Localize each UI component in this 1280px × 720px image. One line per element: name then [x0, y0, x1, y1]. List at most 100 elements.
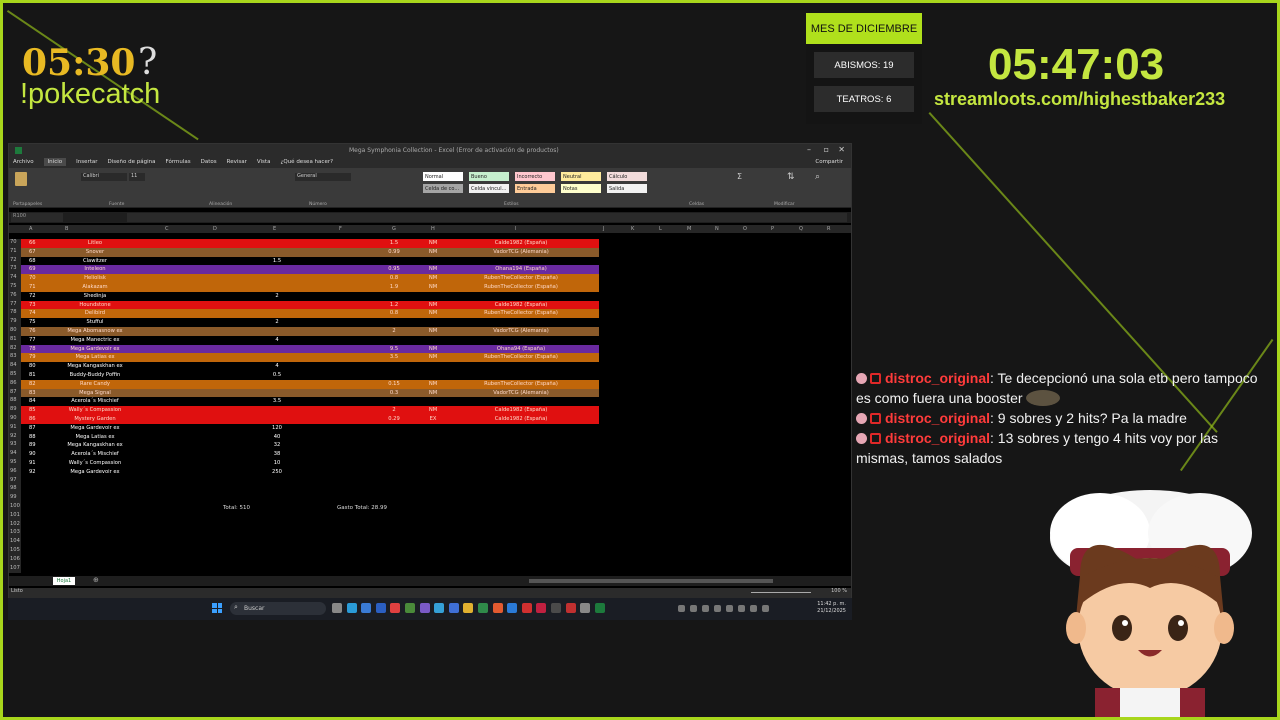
table-row[interactable]: 84 80 Mega Kangaskhan ex 4: [9, 362, 599, 371]
row-number[interactable]: 71: [9, 247, 21, 257]
tray-icon[interactable]: [738, 605, 745, 612]
table-row[interactable]: 94 90 Acerola´s Mischief 38: [9, 450, 599, 459]
column-header[interactable]: R: [827, 226, 830, 232]
ribbon-tab[interactable]: ¿Qué desea hacer?: [280, 159, 333, 165]
taskbar-app-icon[interactable]: [361, 603, 372, 613]
paste-icon[interactable]: [15, 172, 27, 186]
taskbar-search[interactable]: ⌕ Buscar: [230, 602, 326, 615]
row-number[interactable]: 80: [9, 327, 21, 336]
table-row[interactable]: 97: [9, 476, 599, 486]
tray-icon[interactable]: [750, 605, 757, 612]
column-header[interactable]: H: [431, 226, 435, 232]
column-header[interactable]: K: [631, 226, 634, 232]
row-number[interactable]: 97: [9, 476, 21, 486]
row-number[interactable]: 94: [9, 450, 21, 459]
name-box[interactable]: R100: [11, 213, 63, 222]
taskbar-app-icon[interactable]: [492, 603, 503, 613]
table-row[interactable]: 81 77 Mega Manectric ex 4: [9, 335, 599, 345]
cell-style-option[interactable]: Entrada: [515, 184, 555, 193]
tray-icon[interactable]: [690, 605, 697, 612]
zoom-level[interactable]: 100 %: [831, 588, 847, 594]
maximize-icon[interactable]: ▫: [824, 145, 829, 154]
row-number[interactable]: 93: [9, 441, 21, 451]
row-number[interactable]: 87: [9, 388, 21, 398]
formula-input[interactable]: [127, 213, 847, 222]
ribbon-tab[interactable]: Inicio: [43, 158, 67, 166]
row-number[interactable]: 103: [9, 529, 21, 539]
row-number[interactable]: 73: [9, 265, 21, 275]
table-row[interactable]: 103: [9, 529, 599, 539]
column-header[interactable]: O: [743, 226, 747, 232]
table-row[interactable]: 71 67 Snover 0.99 NM VadorTCG (Alemania): [9, 247, 599, 257]
table-row[interactable]: 105: [9, 547, 599, 556]
row-number[interactable]: 92: [9, 432, 21, 442]
table-row[interactable]: 91 87 Mega Gardevoir ex 120: [9, 423, 599, 433]
column-header[interactable]: E: [273, 226, 276, 232]
table-row[interactable]: 87 83 Mega Signal 0.3 NM VadorTCG (Alemania): [9, 388, 599, 398]
tray-icon[interactable]: [762, 605, 769, 612]
column-header[interactable]: N: [715, 226, 719, 232]
cell-style-option[interactable]: Neutral: [561, 172, 601, 181]
table-row[interactable]: 89 85 Wally´s Compassion 2 NM Calde1982 (Espa…: [9, 406, 599, 415]
row-number[interactable]: 88: [9, 397, 21, 407]
table-row[interactable]: 90 86 Mystery Garden 0.29 EX Calde1982 (Españ…: [9, 415, 599, 424]
font-size-select[interactable]: 11: [129, 173, 145, 181]
cell-style-option[interactable]: Cálculo: [607, 172, 647, 181]
sheet-tab[interactable]: Hoja1: [53, 577, 75, 585]
row-number[interactable]: 102: [9, 520, 21, 530]
taskbar-app-icon[interactable]: [448, 603, 459, 613]
table-row[interactable]: 101: [9, 511, 599, 521]
column-header[interactable]: L: [659, 226, 662, 232]
edge-icon[interactable]: [507, 603, 518, 613]
table-row[interactable]: 106: [9, 555, 599, 565]
row-number[interactable]: 101: [9, 511, 21, 521]
row-number[interactable]: 105: [9, 547, 21, 556]
taskbar-app-icon[interactable]: [478, 603, 488, 613]
table-row[interactable]: 72 68 Clawitzer 1.5: [9, 256, 599, 266]
cell-style-option[interactable]: Notas: [561, 184, 601, 193]
ribbon-tab[interactable]: Vista: [257, 159, 271, 165]
add-sheet-icon[interactable]: ⊕: [93, 576, 99, 584]
row-number[interactable]: 78: [9, 309, 21, 319]
row-number[interactable]: 79: [9, 318, 21, 327]
number-format-select[interactable]: General: [295, 173, 351, 181]
table-row[interactable]: 96 92 Mega Gardevoir ex 250: [9, 467, 599, 477]
cell-style-option[interactable]: Celda vincul...: [469, 184, 509, 193]
table-row[interactable]: 107: [9, 564, 599, 574]
table-row[interactable]: 102: [9, 520, 599, 530]
tray-icon[interactable]: [726, 605, 733, 612]
taskbar-app-icon[interactable]: [405, 603, 415, 613]
column-header[interactable]: Q: [799, 226, 803, 232]
table-row[interactable]: 100: [9, 503, 599, 512]
close-icon[interactable]: ✕: [838, 145, 845, 154]
sort-filter-icon[interactable]: ⇅: [787, 172, 795, 182]
row-number[interactable]: 100: [9, 503, 21, 512]
taskbar-app-icon[interactable]: [419, 603, 430, 613]
autosum-icon[interactable]: Σ: [737, 172, 742, 181]
ribbon-tab[interactable]: Archivo: [13, 159, 34, 165]
table-row[interactable]: 83 79 Mega Latias ex 3.5 NM RubenTheCollector…: [9, 353, 599, 363]
file-explorer-icon[interactable]: [463, 603, 474, 613]
zoom-slider[interactable]: [751, 592, 811, 593]
table-row[interactable]: 98: [9, 485, 599, 495]
task-view-icon[interactable]: [332, 603, 342, 613]
ribbon-tab[interactable]: Datos: [201, 159, 217, 165]
taskbar-app-icon[interactable]: [536, 603, 547, 613]
row-number[interactable]: 81: [9, 335, 21, 345]
row-number[interactable]: 106: [9, 555, 21, 565]
windows-start-icon[interactable]: [212, 603, 222, 613]
minimize-icon[interactable]: –: [807, 145, 811, 154]
row-number[interactable]: 96: [9, 467, 21, 477]
taskbar-app-icon[interactable]: [375, 603, 386, 613]
table-row[interactable]: 82 78 Mega Gardevoir ex 9.5 NM Ohana94 (Españ…: [9, 344, 599, 354]
opera-icon[interactable]: [565, 603, 576, 613]
tray-icon[interactable]: [678, 605, 685, 612]
row-number[interactable]: 76: [9, 291, 21, 301]
table-row[interactable]: 85 81 Buddy-Buddy Poffin 0.5: [9, 371, 599, 380]
cell-style-option[interactable]: Bueno: [469, 172, 509, 181]
column-header[interactable]: D: [213, 226, 217, 232]
taskbar-app-icon[interactable]: [521, 603, 532, 613]
widgets-icon[interactable]: [346, 603, 357, 613]
column-header[interactable]: F: [339, 226, 342, 232]
row-number[interactable]: 90: [9, 415, 21, 424]
